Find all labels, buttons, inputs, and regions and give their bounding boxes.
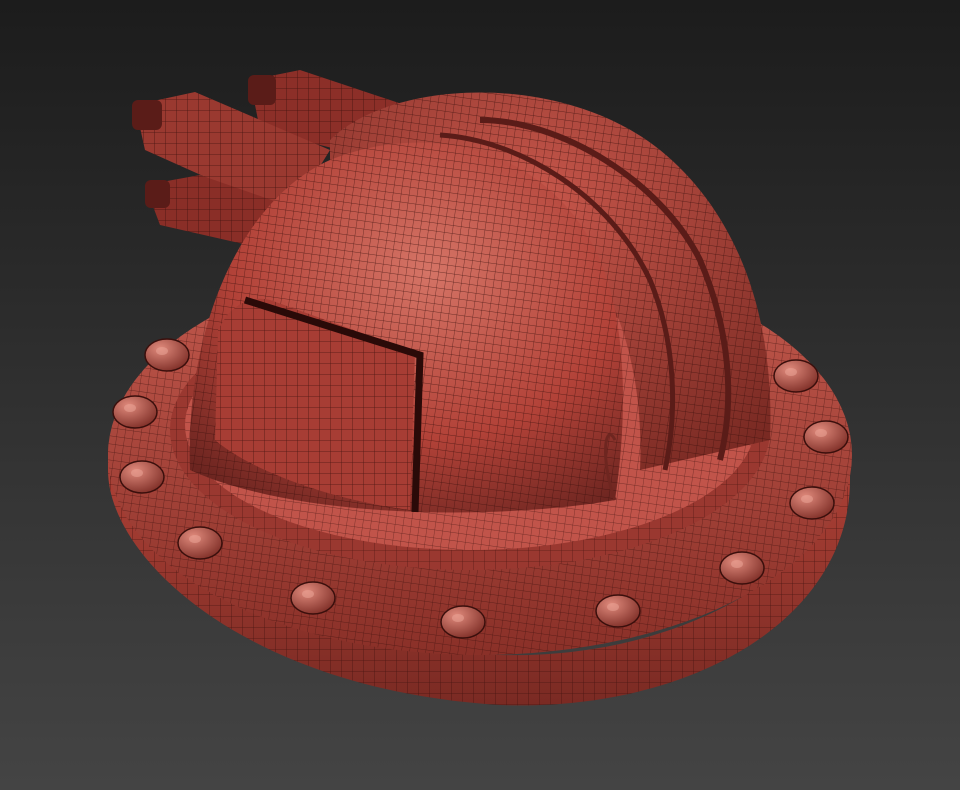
turret-model <box>108 70 852 706</box>
bolt-highlight <box>731 560 743 568</box>
bolt <box>112 395 158 429</box>
bolt-highlight <box>801 495 813 503</box>
bolt-highlight <box>785 368 797 376</box>
bolt-highlight <box>189 535 201 543</box>
bolt <box>773 359 819 393</box>
bolt-highlight <box>302 590 314 598</box>
bolt <box>119 460 165 494</box>
bolt <box>789 486 835 520</box>
bolt <box>440 605 486 639</box>
bolt <box>144 338 190 372</box>
bolt-highlight <box>452 614 464 622</box>
bolt <box>177 526 223 560</box>
bolt-highlight <box>815 429 827 437</box>
bolt-highlight <box>607 603 619 611</box>
bolt-highlight <box>124 404 136 412</box>
bolt <box>595 594 641 628</box>
bolt-highlight <box>131 469 143 477</box>
bolt <box>803 420 849 454</box>
bolt-highlight <box>156 347 168 355</box>
bolt <box>290 581 336 615</box>
bolt <box>719 551 765 585</box>
3d-viewport[interactable] <box>0 0 960 790</box>
